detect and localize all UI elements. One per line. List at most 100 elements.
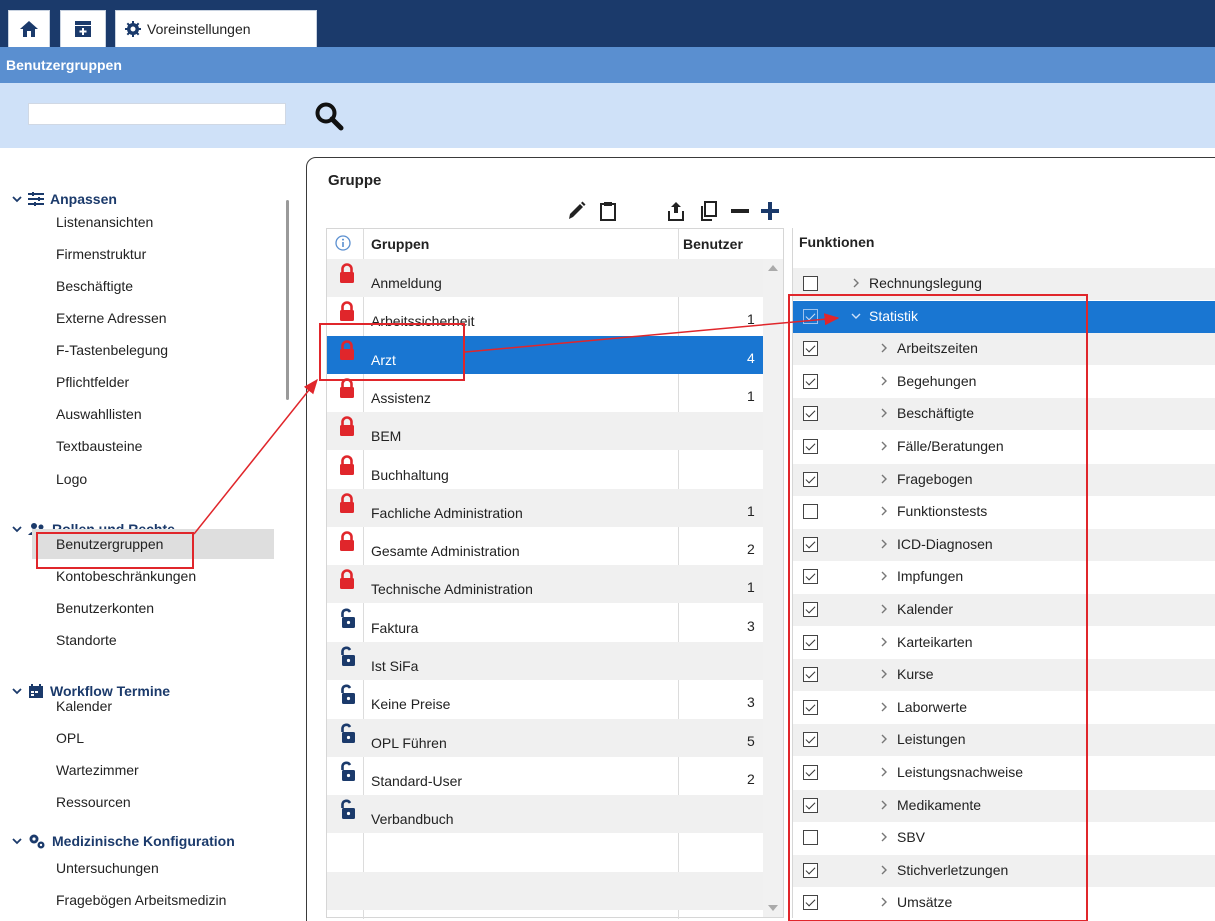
function-label: Rechnungslegung [869,275,982,291]
table-row[interactable]: Buchhaltung [327,451,763,489]
scroll-down-icon[interactable] [768,905,778,911]
table-row[interactable]: Gesamte Administration 2 [327,527,763,565]
table-row[interactable]: Anmeldung [327,259,763,297]
group-user-count: 1 [747,311,755,328]
table-row[interactable]: Standard-User 2 [327,757,763,795]
sidebar-item[interactable]: Textbausteine [56,431,142,461]
sidebar-item[interactable]: Externe Adressen [56,303,167,333]
group-name: Technische Administration [371,581,533,598]
scroll-up-icon[interactable] [768,265,778,271]
sidebar-item[interactable]: Untersuchungen [56,853,159,883]
sidebar-item[interactable]: F-Tastenbelegung [56,335,168,365]
sidebar-item[interactable]: Benutzerkonten [56,593,154,623]
top-bar: Voreinstellungen [0,0,1215,47]
sidebar-item[interactable]: Firmenstruktur [56,239,146,269]
calendar-icon [28,683,44,699]
group-name: OPL Führen [371,734,447,751]
annotation-box-benutzergruppen [36,532,194,569]
search-input[interactable] [28,103,286,125]
sidebar-item[interactable]: Ressourcen [56,787,131,817]
group-user-count: 1 [747,579,755,596]
add-tab-button[interactable] [60,10,106,47]
chevron-down-icon[interactable] [12,522,22,536]
info-icon[interactable] [335,235,351,251]
groups-scrollbar[interactable] [763,259,783,917]
lock-closed-icon [339,416,355,438]
lock-closed-icon [339,454,355,477]
sidebar-item[interactable]: Beschäftigte [56,271,133,301]
group-name: Fachliche Administration [371,504,523,521]
table-row[interactable]: Keine Preise 3 [327,680,763,718]
clipboard-icon[interactable] [598,200,618,222]
sidebar-item[interactable]: Auswahllisten [56,399,142,429]
group-name: Verbandbuch [371,811,454,828]
group-name: Keine Preise [371,696,451,713]
chevron-down-icon[interactable] [12,192,22,206]
annotation-box-functions [788,294,1088,921]
lock-closed-icon [339,378,355,400]
panel-title: Gruppe [328,172,382,189]
group-name: Faktura [371,619,419,636]
copy-icon[interactable] [698,200,718,222]
lock-open-icon [339,723,355,745]
add-icon[interactable] [760,200,780,222]
group-name: Standard-User [371,772,463,789]
group-name: Gesamte Administration [371,543,520,560]
tab-voreinstellungen[interactable]: Voreinstellungen [115,10,317,47]
home-icon [20,21,38,37]
chevron-down-icon[interactable] [12,684,22,698]
group-user-count: 2 [747,541,755,558]
group-user-count: 1 [747,387,755,404]
sidebar-scrollbar[interactable] [286,200,289,400]
sidebar-item[interactable]: Pflichtfelder [56,367,129,397]
sidebar-group-3[interactable]: Medizinische Konfiguration [12,827,235,855]
group-user-count: 1 [747,502,755,519]
edit-icon[interactable] [566,200,586,222]
table-row-empty [327,871,763,910]
chevron-down-icon[interactable] [12,834,22,848]
group-user-count: 3 [747,694,755,711]
gears-icon [28,833,46,849]
column-header-gruppen[interactable]: Gruppen [371,229,429,259]
gear-icon [125,21,141,37]
sidebar-item[interactable]: Wartezimmer [56,755,139,785]
search-icon[interactable] [313,100,345,132]
table-row[interactable]: Fachliche Administration 1 [327,488,763,527]
sidebar-item[interactable]: Standorte [56,625,117,655]
tab-label: Voreinstellungen [147,21,251,37]
function-checkbox[interactable] [803,276,818,291]
page-title: Benutzergruppen [0,47,1215,83]
group-user-count: 2 [747,770,755,787]
sidebar-item[interactable]: Listenansichten [56,207,153,237]
table-row[interactable]: Technische Administration 1 [327,565,763,604]
lock-open-icon [339,799,355,821]
lock-closed-icon [339,531,355,553]
lock-open-icon [339,608,355,630]
lock-closed-icon [339,263,355,285]
annotation-box-arzt [319,323,465,381]
group-user-count: 4 [747,349,755,366]
table-row[interactable]: OPL Führen 5 [327,718,763,757]
sidebar-item[interactable]: OPL [56,723,84,753]
lock-closed-icon [339,569,355,591]
lock-closed-icon [339,301,355,323]
column-header-benutzer[interactable]: Benutzer [683,229,743,259]
sidebar-item[interactable]: Logo [56,464,87,494]
sidebar-item[interactable]: Kalender [56,691,112,721]
table-row[interactable]: Faktura 3 [327,604,763,642]
lock-closed-icon [339,493,355,515]
export-icon[interactable] [666,200,686,222]
add-tab-icon [75,21,91,37]
group-name: Assistenz [371,389,431,406]
table-row[interactable]: Ist SiFa [327,642,763,680]
table-row[interactable]: BEM [327,412,763,451]
group-name: Buchhaltung [371,466,449,483]
sidebar-group-label: Anpassen [50,191,117,207]
lock-open-icon [339,646,355,668]
chevron-right-icon[interactable] [851,276,861,291]
table-row[interactable]: Verbandbuch [327,795,763,834]
sidebar-item[interactable]: Fragebögen Arbeitsmedizin [56,885,226,915]
remove-icon[interactable] [730,200,750,222]
home-tab[interactable] [8,10,50,47]
group-name: BEM [371,428,402,445]
